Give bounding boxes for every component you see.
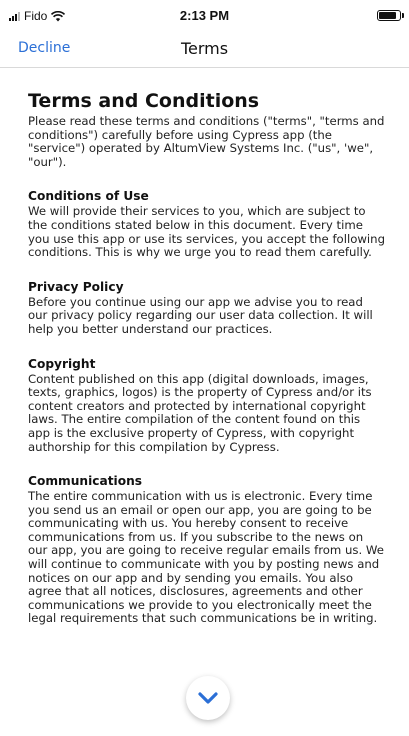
battery-icon: [377, 10, 404, 21]
document-title: Terms and Conditions: [28, 90, 260, 112]
status-time: 2:13 PM: [179, 8, 230, 23]
battery-fill: [379, 12, 397, 19]
section-heading: Conditions of Use: [28, 189, 149, 204]
section-privacy-policy: Privacy Policy Before you continue using…: [28, 280, 385, 337]
section-copyright: Copyright Content published on this app …: [28, 357, 385, 455]
chevron-down-icon: [198, 692, 218, 704]
section-body: Content published on this app (digital d…: [28, 371, 372, 454]
terms-content[interactable]: Terms and Conditions Please read these t…: [0, 69, 409, 736]
section-body: Before you continue using our app we adv…: [28, 294, 373, 336]
status-bar: Fido 2:13 PM: [0, 0, 409, 32]
page-title: Terms: [180, 39, 229, 58]
section-heading: Privacy Policy: [28, 279, 124, 294]
navigation-bar: Decline Terms: [0, 32, 409, 68]
section-heading: Communications: [28, 474, 143, 489]
section-communications: Communications The entire communication …: [28, 474, 385, 626]
scroll-down-button[interactable]: [186, 676, 230, 720]
document-intro: Please read these terms and conditions (…: [28, 114, 385, 169]
section-conditions-of-use: Conditions of Use We will provide their …: [28, 189, 385, 259]
section-body: We will provide their services to you, w…: [28, 204, 385, 260]
section-heading: Copyright: [28, 356, 96, 371]
section-body: The entire communication with us is elec…: [28, 489, 384, 626]
